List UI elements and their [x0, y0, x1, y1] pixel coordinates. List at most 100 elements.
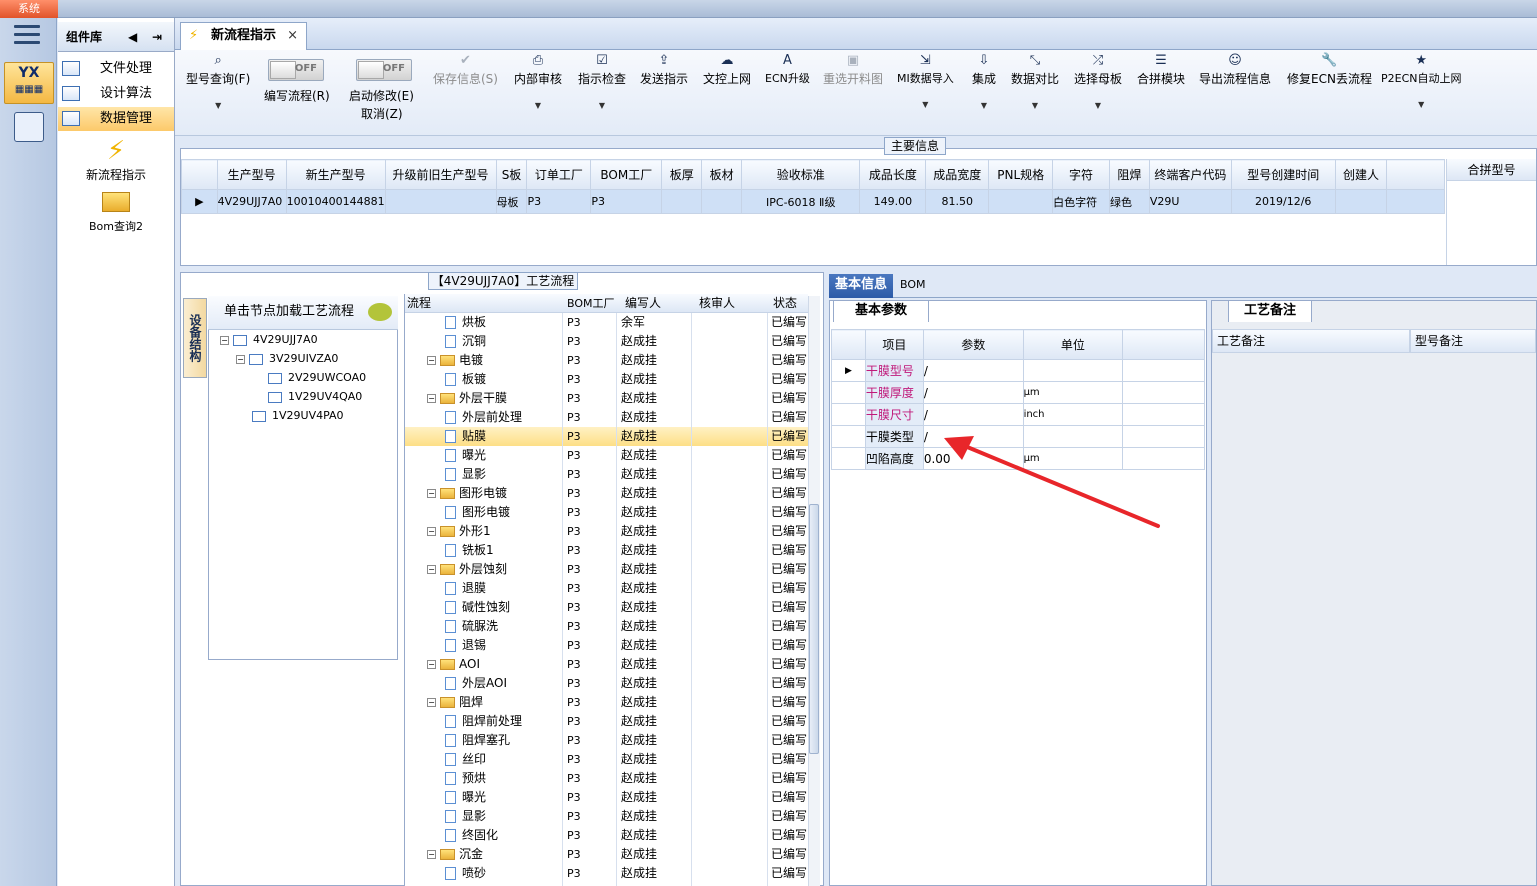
- toolbar-merge-module[interactable]: ☰ 合拼模块: [1137, 52, 1185, 87]
- toolbar-ecn-upgrade[interactable]: A ECN升级: [765, 52, 810, 86]
- flow-node[interactable]: 丝印: [445, 750, 486, 769]
- tree-node[interactable]: −3V29UIVZA0: [236, 352, 338, 365]
- toolbar-data-compare[interactable]: ⤡ 数据对比 ▼: [1011, 52, 1059, 110]
- flow-row[interactable]: − 外层蚀刻 P3 赵成挂 已编写: [405, 560, 808, 579]
- collapse-icon[interactable]: −: [427, 394, 436, 403]
- flow-node[interactable]: 贴膜: [445, 427, 486, 446]
- column-header[interactable]: 型号创建时间: [1230, 159, 1336, 190]
- tree-node[interactable]: 1V29UV4QA0: [268, 390, 362, 403]
- tree-node[interactable]: −4V29UJJ7A0: [220, 333, 318, 346]
- dropdown-arrow-icon[interactable]: ▼: [514, 101, 562, 110]
- flow-node[interactable]: 退锡: [445, 636, 486, 655]
- flow-node[interactable]: 铣板1: [445, 541, 494, 560]
- flow-row[interactable]: 退膜 P3 赵成挂 已编写: [405, 579, 808, 598]
- toolbar-mi-import[interactable]: ⇲ MI数据导入 ▼: [897, 52, 954, 109]
- toolbar-export-flow[interactable]: ☺ 导出流程信息: [1199, 52, 1271, 87]
- column-header[interactable]: 订单工厂: [526, 159, 592, 190]
- column-header[interactable]: 单位: [1022, 329, 1124, 360]
- collapse-icon[interactable]: −: [427, 660, 436, 669]
- yx-module-icon[interactable]: YX ▦▦▦: [4, 62, 54, 104]
- flow-row[interactable]: − 电镀 P3 赵成挂 已编写: [405, 351, 808, 370]
- flow-node[interactable]: 显影: [445, 465, 486, 484]
- flow-node[interactable]: 喷砂: [445, 864, 486, 883]
- toolbar-doc-control-online[interactable]: ☁ 文控上网: [703, 52, 751, 87]
- flow-row[interactable]: 板镀 P3 赵成挂 已编写: [405, 370, 808, 389]
- column-header[interactable]: 核审人: [699, 294, 735, 313]
- equipment-structure-tab[interactable]: 设备结构: [183, 298, 207, 378]
- flow-row[interactable]: 硫脲洗 P3 赵成挂 已编写: [405, 617, 808, 636]
- flow-node[interactable]: 阻焊前处理: [445, 712, 522, 731]
- flow-node[interactable]: 曝光: [445, 446, 486, 465]
- toolbar-fix-ecn[interactable]: 🔧 修复ECN丢流程: [1287, 52, 1372, 87]
- toolbar-save-info[interactable]: ✔ 保存信息(S): [433, 52, 498, 87]
- flow-row[interactable]: 显影 P3 赵成挂 已编写: [405, 807, 808, 826]
- tree-node[interactable]: 1V29UV4PA0: [252, 409, 344, 422]
- column-header[interactable]: S板: [495, 159, 528, 190]
- flow-node[interactable]: 碱性蚀刻: [445, 598, 510, 617]
- column-header[interactable]: 新生产型号: [285, 159, 386, 190]
- flow-row[interactable]: 丝印 P3 赵成挂 已编写: [405, 750, 808, 769]
- flow-row[interactable]: 铣板1 P3 赵成挂 已编写: [405, 541, 808, 560]
- sidebar-item-algorithm[interactable]: 设计算法: [58, 82, 174, 106]
- flow-row[interactable]: 曝光 P3 赵成挂 已编写: [405, 788, 808, 807]
- flow-node[interactable]: − 外层干膜: [427, 389, 507, 408]
- flow-row[interactable]: 碱性蚀刻 P3 赵成挂 已编写: [405, 598, 808, 617]
- dropdown-arrow-icon[interactable]: ▼: [897, 100, 954, 109]
- table-row[interactable]: 干膜厚度 / μm: [831, 381, 1205, 404]
- flow-row[interactable]: 显影 P3 赵成挂 已编写: [405, 465, 808, 484]
- scroll-thumb[interactable]: [809, 504, 819, 754]
- column-header[interactable]: 编写人: [625, 294, 661, 313]
- column-header[interactable]: 参数: [922, 329, 1024, 360]
- dropdown-arrow-icon[interactable]: ▼: [1381, 100, 1462, 109]
- cell[interactable]: /: [922, 381, 1024, 404]
- table-row[interactable]: ▶ 4V29UJJ7A0 10010400144881 母板 P3 P3 IPC…: [181, 189, 1445, 214]
- flow-node[interactable]: 终固化: [445, 826, 498, 845]
- flow-row[interactable]: 沉铜 P3 赵成挂 已编写: [405, 332, 808, 351]
- flow-row[interactable]: − 图形电镀 P3 赵成挂 已编写: [405, 484, 808, 503]
- flow-row[interactable]: 预烘 P3 赵成挂 已编写: [405, 769, 808, 788]
- sidebar-item-data[interactable]: 数据管理: [58, 107, 174, 131]
- column-header[interactable]: PNL规格: [988, 159, 1054, 190]
- column-header[interactable]: 板厚: [661, 159, 703, 190]
- toolbar-instruction-check[interactable]: ☑ 指示检查 ▼: [578, 52, 626, 110]
- column-header[interactable]: 字符: [1052, 159, 1110, 190]
- collapse-arrow-icon[interactable]: ◀: [128, 22, 137, 52]
- collapse-icon[interactable]: −: [427, 565, 436, 574]
- column-header[interactable]: BOM工厂: [590, 159, 663, 190]
- flow-node[interactable]: − 外形1: [427, 522, 491, 541]
- column-header[interactable]: 板材: [701, 159, 743, 190]
- flow-row[interactable]: − 外层干膜 P3 赵成挂 已编写: [405, 389, 808, 408]
- flow-row[interactable]: − 沉金 P3 赵成挂 已编写: [405, 845, 808, 864]
- tab-close-icon[interactable]: ×: [287, 23, 298, 49]
- flow-node[interactable]: − 电镀: [427, 351, 483, 370]
- toolbar-send-instruction[interactable]: ⇪ 发送指示: [640, 52, 688, 87]
- column-header[interactable]: 创建人: [1334, 159, 1388, 190]
- collapse-icon[interactable]: −: [427, 489, 436, 498]
- column-header[interactable]: 升级前旧生产型号: [384, 159, 497, 190]
- dropdown-arrow-icon[interactable]: ▼: [1011, 101, 1059, 110]
- column-header[interactable]: 流程: [407, 294, 431, 313]
- column-header[interactable]: 状态: [773, 294, 797, 313]
- column-header[interactable]: 终端客户代码: [1148, 159, 1232, 190]
- collapse-icon[interactable]: −: [427, 698, 436, 707]
- collapse-icon[interactable]: −: [427, 356, 436, 365]
- flow-row[interactable]: 喷砂 P3 赵成挂 已编写: [405, 864, 808, 883]
- flow-row[interactable]: 阻焊塞孔 P3 赵成挂 已编写: [405, 731, 808, 750]
- tab-basic-info[interactable]: 基本信息: [829, 274, 893, 298]
- flow-row[interactable]: − AOI P3 赵成挂 已编写: [405, 655, 808, 674]
- toolbar-select-mother-board[interactable]: ⤮ 选择母板 ▼: [1074, 52, 1122, 110]
- collapse-icon[interactable]: −: [427, 527, 436, 536]
- flow-node[interactable]: 板镀: [445, 370, 486, 389]
- flow-row[interactable]: 外层AOI P3 赵成挂 已编写: [405, 674, 808, 693]
- toolbar-reselect-cutting[interactable]: ▣ 重选开料图: [823, 52, 883, 87]
- table-row[interactable]: 干膜尺寸 / inch: [831, 403, 1205, 426]
- cell[interactable]: /: [922, 359, 1024, 382]
- flow-node[interactable]: − 阻焊: [427, 693, 483, 712]
- system-menu-button[interactable]: 系统: [0, 0, 58, 18]
- collapse-icon[interactable]: −: [427, 850, 436, 859]
- calculator-icon[interactable]: [14, 112, 44, 142]
- flow-node[interactable]: − 沉金: [427, 845, 483, 864]
- sidebar-item-file[interactable]: 文件处理: [58, 57, 174, 81]
- column-header[interactable]: 成品长度: [859, 159, 927, 190]
- tool-new-flow[interactable]: ⚡ 新流程指示: [58, 136, 174, 183]
